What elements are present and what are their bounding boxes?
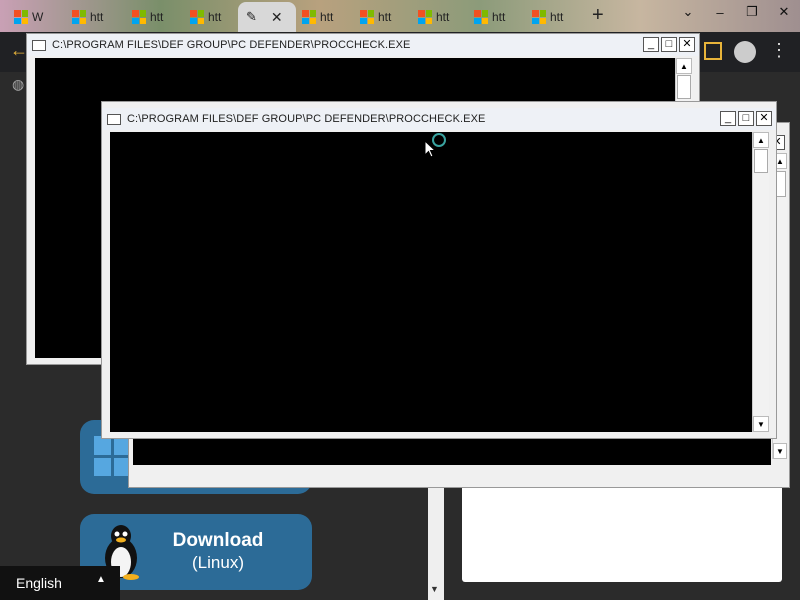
language-label: English [16,575,62,591]
window-title: C:\PROGRAM FILES\DEF GROUP\PC DEFENDER\P… [127,113,486,125]
browser-tab[interactable]: htt [132,4,163,30]
content-panel [462,472,782,582]
minimize-button[interactable]: _ [643,37,659,52]
minimize-button[interactable]: – [704,0,736,24]
tab-label: htt [150,10,164,24]
maximize-button[interactable]: □ [738,111,754,126]
window-titlebar[interactable]: C:\PROGRAM FILES\DEF GROUP\PC DEFENDER\P… [102,108,776,130]
microsoft-logo-icon [532,10,546,24]
window-controls: ⌄ – ❐ ✕ [672,0,800,24]
browser-tab[interactable]: htt [302,4,333,30]
tab-label: W [32,10,44,24]
side-panel-icon[interactable] [704,42,722,60]
microsoft-logo-icon [360,10,374,24]
tab-search-icon[interactable]: ⌄ [672,0,704,24]
microsoft-logo-icon [14,10,28,24]
proccheck-window-front[interactable]: C:\PROGRAM FILES\DEF GROUP\PC DEFENDER\P… [101,101,777,439]
microsoft-logo-icon [302,10,316,24]
console-window-icon [32,39,46,51]
scroll-thumb[interactable] [677,75,691,99]
scroll-down-button[interactable]: ▼ [773,443,787,459]
vertical-scrollbar[interactable]: ▲ ▼ [752,132,769,432]
console-window-icon [107,113,121,125]
microsoft-logo-icon [72,10,86,24]
window-buttons: _ □ ✕ [720,111,772,126]
loading-spinner-icon [432,133,446,147]
profile-avatar-icon[interactable] [734,41,756,63]
browser-tab[interactable]: htt [190,4,221,30]
tab-label: htt [492,10,506,24]
browser-tab[interactable]: W [14,4,43,30]
microsoft-logo-icon [418,10,432,24]
active-tab-content: ✎ ✕ [246,4,283,30]
tab-label: htt [378,10,392,24]
windows-logo-icon [94,436,130,476]
tab-label: htt [90,10,104,24]
scroll-down-button[interactable]: ▼ [753,416,769,432]
caret-up-icon: ▲ [96,574,106,585]
restore-button[interactable]: ❐ [736,0,768,24]
close-tab-icon[interactable]: ✕ [271,9,283,26]
scroll-up-button[interactable]: ▲ [676,58,692,74]
browser-tab[interactable]: htt [532,4,563,30]
microsoft-logo-icon [474,10,488,24]
download-label: Download [172,530,264,551]
new-tab-button[interactable]: + [592,4,604,27]
globe-icon: ◍ [12,76,25,92]
microsoft-logo-icon [132,10,146,24]
close-button[interactable]: ✕ [756,111,772,126]
scroll-down-icon[interactable]: ▼ [430,584,439,594]
browser-tab[interactable]: htt [474,4,505,30]
console-area [110,132,752,432]
browser-tab[interactable]: htt [72,4,103,30]
minimize-button[interactable]: _ [720,111,736,126]
edit-icon: ✎ [246,9,257,24]
scroll-thumb[interactable] [754,149,768,173]
menu-kebab-icon[interactable]: ⋮ [770,40,788,61]
browser-tab[interactable]: htt [418,4,449,30]
close-button[interactable]: ✕ [679,37,695,52]
scroll-up-button[interactable]: ▲ [753,132,769,148]
maximize-button[interactable]: □ [661,37,677,52]
window-titlebar[interactable]: C:\PROGRAM FILES\DEF GROUP\PC DEFENDER\P… [27,34,699,56]
tab-label: htt [550,10,564,24]
window-buttons: _ □ ✕ [643,37,695,52]
window-title: C:\PROGRAM FILES\DEF GROUP\PC DEFENDER\P… [52,39,411,51]
page-scrollbar[interactable] [428,486,444,600]
browser-tab[interactable]: htt [360,4,391,30]
download-platform-label: (Linux) [192,553,244,572]
tab-label: htt [436,10,450,24]
close-window-button[interactable]: ✕ [768,0,800,24]
tab-label: htt [320,10,334,24]
microsoft-logo-icon [190,10,204,24]
tab-label: htt [208,10,222,24]
